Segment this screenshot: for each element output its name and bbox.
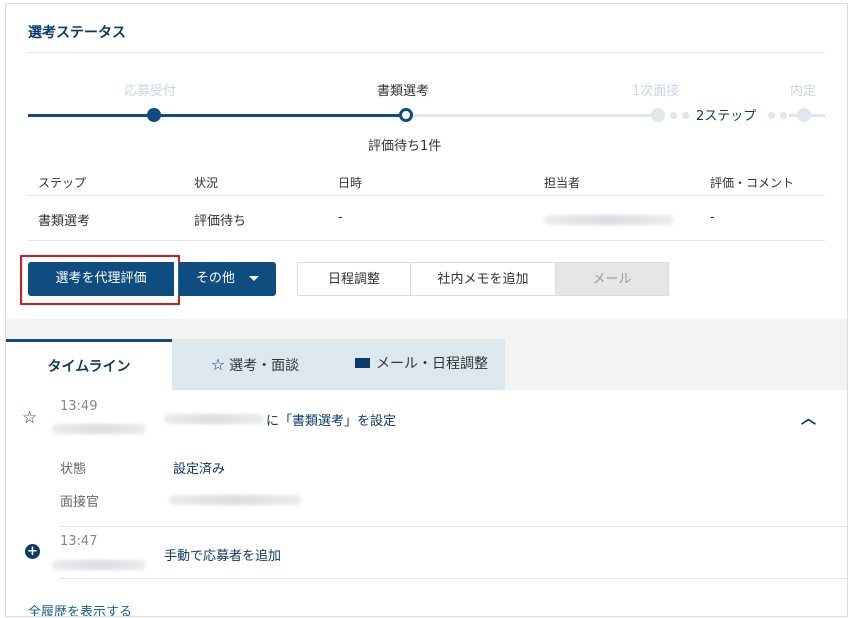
plus-circle-icon: + [25, 544, 40, 559]
other-dropdown-button[interactable]: その他 [178, 262, 276, 296]
caret-down-icon [249, 276, 260, 281]
progress-done [28, 114, 408, 117]
stage-dot-received [147, 108, 161, 122]
table-cell-comment: - [710, 210, 715, 225]
tab-selection-label: 選考・面談 [229, 358, 300, 374]
detail-label-status: 状態 [60, 462, 87, 477]
table-cell-status: 評価待ち [194, 214, 247, 229]
table-cell-step: 書類選考 [38, 214, 91, 229]
interviewer-redacted [169, 495, 301, 505]
tab-timeline[interactable]: タイムライン [6, 339, 172, 390]
mail-button[interactable]: メール [555, 262, 669, 296]
collapse-chevron-icon[interactable]: ︿ [801, 407, 816, 428]
table-header-status: 状況 [194, 176, 219, 190]
user-redacted [52, 424, 146, 434]
tab-mail-schedule[interactable]: メール・日程調整 [338, 339, 505, 390]
timeline-time: 13:49 [60, 399, 98, 414]
timeline-event-text: 手動で応募者を追加 [164, 549, 282, 564]
detail-label-interviewer: 面接官 [60, 495, 100, 510]
timeline-divider [60, 526, 847, 527]
add-memo-button[interactable]: 社内メモを追加 [410, 262, 556, 296]
detail-value-status: 設定済み [173, 462, 226, 477]
tab-bar-filler [505, 339, 847, 390]
show-all-history-link[interactable]: 全履歴を表示する [28, 601, 132, 616]
stage-dot-document [399, 108, 413, 122]
assignee-redacted [544, 215, 674, 225]
timeline-time: 13:47 [60, 534, 98, 549]
tab-mail-label: メール・日程調整 [376, 356, 488, 372]
star-icon: ☆ [210, 355, 226, 374]
section-separator [6, 319, 847, 339]
stage-label-document: 書類選考 [377, 84, 430, 99]
skip-dot [768, 112, 775, 119]
divider [28, 52, 825, 53]
stage-label-interview1: 1次面接 [632, 84, 680, 99]
tab-selection-interview[interactable]: ☆ 選考・面談 [172, 339, 338, 390]
mail-icon [355, 358, 370, 368]
skip-dot [780, 112, 787, 119]
user-redacted [164, 414, 264, 424]
table-header-assignee: 担当者 [544, 176, 581, 190]
section-title: 選考ステータス [28, 25, 126, 41]
stage-label-offer: 内定 [790, 84, 817, 99]
eval-pending-note: 評価待ち1件 [368, 139, 442, 154]
table-cell-datetime: - [338, 210, 343, 225]
table-divider [28, 240, 825, 241]
proxy-evaluate-button[interactable]: 選考を代理評価 [28, 262, 174, 296]
table-header-datetime: 日時 [338, 176, 363, 190]
user-redacted [52, 560, 146, 570]
table-divider [28, 195, 825, 196]
other-button-label: その他 [195, 271, 235, 286]
stage-label-received: 応募受付 [124, 84, 177, 99]
skip-dot [670, 112, 677, 119]
table-header-step: ステップ [38, 176, 87, 190]
table-header-comment: 評価・コメント [710, 176, 795, 190]
stage-dot-interview1 [651, 108, 665, 122]
skip-steps-label: 2ステップ [696, 109, 757, 124]
timeline-divider [60, 578, 847, 579]
stage-dot-offer [797, 108, 811, 122]
progress-remaining [408, 114, 658, 117]
applicant-status-panel: 選考ステータス 応募受付 書類選考 1次面接 内定 2ステップ 評価待ち1件 ス… [5, 3, 848, 617]
schedule-button[interactable]: 日程調整 [297, 262, 411, 296]
star-edit-icon: ☆ [22, 408, 38, 428]
timeline-event-text: に「書類選考」を設定 [266, 414, 397, 429]
skip-dot [682, 112, 689, 119]
